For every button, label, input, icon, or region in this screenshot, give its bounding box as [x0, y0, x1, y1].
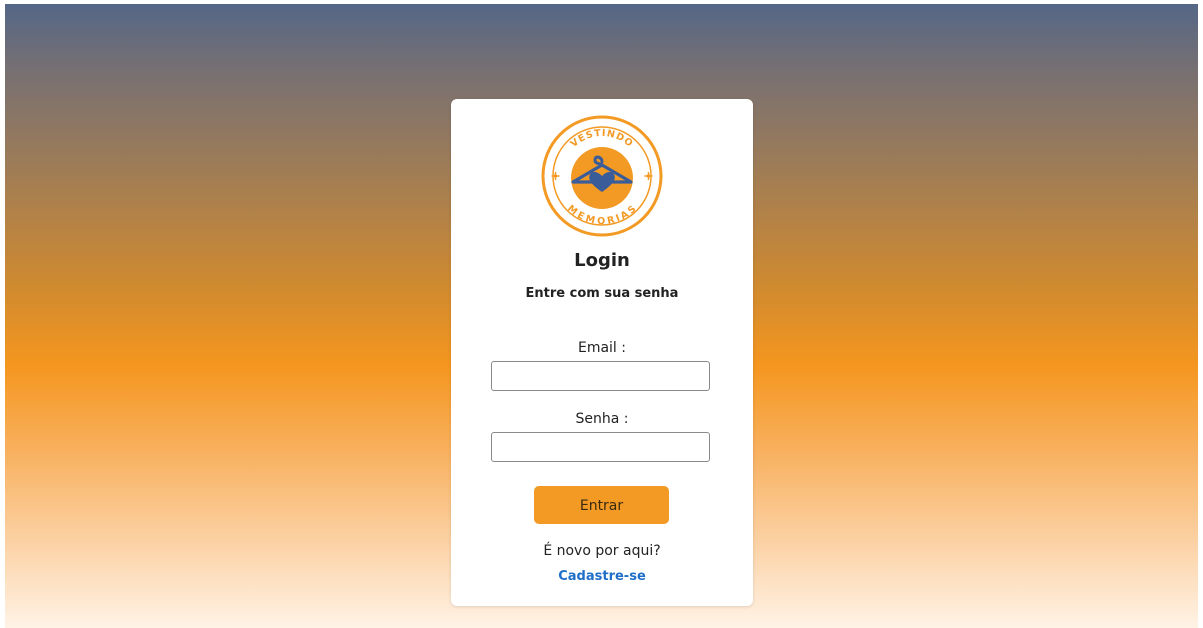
vestindo-memorias-logo: VESTINDO MEMORIAS	[541, 115, 663, 237]
email-field[interactable]	[491, 361, 710, 391]
signup-link[interactable]: Cadastre-se	[451, 569, 753, 584]
password-field[interactable]	[491, 432, 710, 462]
password-label: Senha :	[575, 411, 629, 427]
new-here-text: É novo por aqui?	[543, 543, 661, 559]
page-title: Login	[574, 250, 630, 271]
login-card: VESTINDO MEMORIAS Login Entre com sua se…	[451, 99, 753, 606]
login-button[interactable]: Entrar	[534, 486, 669, 524]
page-subtitle: Entre com sua senha	[525, 286, 679, 301]
email-label: Email :	[577, 340, 626, 356]
page-background: VESTINDO MEMORIAS Login Entre com sua se…	[5, 4, 1198, 628]
hanger-heart-icon	[571, 147, 633, 209]
